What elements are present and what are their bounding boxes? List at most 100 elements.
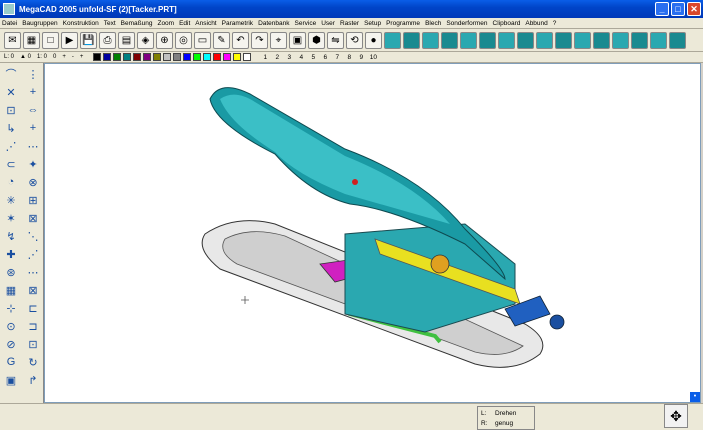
draw-tool-icon[interactable]: ⋯: [24, 138, 42, 154]
color-swatch[interactable]: [93, 53, 102, 61]
draw-tool-icon[interactable]: ⊹: [2, 300, 20, 316]
menu-item[interactable]: Programme: [386, 20, 420, 27]
maximize-button[interactable]: □: [671, 2, 685, 16]
zoom-icon[interactable]: ⊕: [156, 31, 173, 49]
solid-tool-icon[interactable]: [574, 31, 591, 49]
drawing-canvas[interactable]: [44, 63, 701, 403]
layer-number[interactable]: 2: [271, 54, 283, 61]
menu-item[interactable]: Ansicht: [195, 20, 216, 27]
draw-tool-icon[interactable]: ✕: [2, 84, 20, 100]
draw-tool-icon[interactable]: ⊞: [24, 192, 42, 208]
draw-tool-icon[interactable]: ✳: [2, 192, 20, 208]
menu-item[interactable]: Baugruppen: [22, 20, 57, 27]
color-swatch[interactable]: [183, 53, 192, 61]
menu-item[interactable]: Service: [295, 20, 317, 27]
draw-tool-icon[interactable]: ▦: [2, 282, 20, 298]
menu-item[interactable]: Datei: [2, 20, 17, 27]
color-swatch[interactable]: [213, 53, 222, 61]
solid-tool-icon[interactable]: [612, 31, 629, 49]
draw-tool-icon[interactable]: ✶: [2, 210, 20, 226]
menu-item[interactable]: Sonderformen: [446, 20, 487, 27]
draw-tool-icon[interactable]: ✦: [24, 156, 42, 172]
draw-tool-icon[interactable]: ↯: [2, 228, 20, 244]
draw-tool-icon[interactable]: ⊏: [24, 300, 42, 316]
save-icon[interactable]: 💾: [80, 31, 97, 49]
solid-tool-icon[interactable]: [555, 31, 572, 49]
menu-item[interactable]: ?: [553, 20, 557, 27]
property-field[interactable]: 0: [53, 54, 56, 60]
property-field[interactable]: ▲ 0: [20, 54, 31, 60]
property-field[interactable]: +: [62, 54, 66, 60]
menu-item[interactable]: Parametrik: [222, 20, 253, 27]
solid-tool-icon[interactable]: [631, 31, 648, 49]
property-field[interactable]: 1: 0: [37, 54, 47, 60]
solid-tool-icon[interactable]: [479, 31, 496, 49]
mirror-icon[interactable]: ⇋: [327, 31, 344, 49]
solid-tool-icon[interactable]: [441, 31, 458, 49]
menu-item[interactable]: Datenbank: [258, 20, 289, 27]
property-field[interactable]: -: [72, 54, 74, 60]
undo-icon[interactable]: ↶: [232, 31, 249, 49]
color-swatch[interactable]: [143, 53, 152, 61]
solid-icon[interactable]: ⬢: [308, 31, 325, 49]
color-swatch[interactable]: [193, 53, 202, 61]
layer-number[interactable]: 9: [355, 54, 367, 61]
solid-tool-icon[interactable]: [593, 31, 610, 49]
print-icon[interactable]: ⎙: [99, 31, 116, 49]
draw-tool-icon[interactable]: ⊠: [24, 210, 42, 226]
open-folder-icon[interactable]: ▶: [61, 31, 78, 49]
draw-tool-icon[interactable]: ⊡: [24, 336, 42, 352]
draw-tool-icon[interactable]: ⋰: [24, 246, 42, 262]
draw-tool-icon[interactable]: ⊘: [2, 336, 20, 352]
close-button[interactable]: ✕: [687, 2, 701, 16]
draw-tool-icon[interactable]: ⋯: [24, 264, 42, 280]
solid-tool-icon[interactable]: [517, 31, 534, 49]
sphere-icon[interactable]: ●: [365, 31, 382, 49]
color-swatch[interactable]: [223, 53, 232, 61]
rotate-icon[interactable]: ⟲: [346, 31, 363, 49]
layer-number[interactable]: 3: [283, 54, 295, 61]
draw-tool-icon[interactable]: +: [24, 84, 42, 100]
draw-tool-icon[interactable]: ▣: [2, 372, 20, 388]
layer-number[interactable]: 1: [259, 54, 271, 61]
layer-number[interactable]: 10: [367, 54, 379, 61]
erase-icon[interactable]: ✎: [213, 31, 230, 49]
draw-tool-icon[interactable]: ⋰: [2, 138, 20, 154]
redo-icon[interactable]: ↷: [251, 31, 268, 49]
color-swatch[interactable]: [163, 53, 172, 61]
draw-tool-icon[interactable]: ⊐: [24, 318, 42, 334]
draw-tool-icon[interactable]: ⇔: [24, 102, 42, 118]
color-swatch[interactable]: [113, 53, 122, 61]
layer-number[interactable]: 5: [307, 54, 319, 61]
menu-item[interactable]: Zoom: [157, 20, 174, 27]
draw-tool-icon[interactable]: ⋱: [24, 228, 42, 244]
view-icon[interactable]: ◎: [175, 31, 192, 49]
layer-number[interactable]: 4: [295, 54, 307, 61]
solid-tool-icon[interactable]: [422, 31, 439, 49]
color-swatch[interactable]: [173, 53, 182, 61]
color-swatch[interactable]: [123, 53, 132, 61]
draw-tool-icon[interactable]: ↻: [24, 354, 42, 370]
menu-item[interactable]: Edit: [179, 20, 190, 27]
draw-tool-icon[interactable]: ⊂: [2, 156, 20, 172]
draw-tool-icon[interactable]: ↳: [2, 120, 20, 136]
color-swatch[interactable]: [153, 53, 162, 61]
menu-item[interactable]: Text: [104, 20, 116, 27]
draw-tool-icon[interactable]: ⊛: [2, 264, 20, 280]
color-swatch[interactable]: [243, 53, 252, 61]
solid-tool-icon[interactable]: [403, 31, 420, 49]
draw-tool-icon[interactable]: ⊡: [2, 102, 20, 118]
menu-item[interactable]: Blech: [425, 20, 441, 27]
solid-tool-icon[interactable]: [460, 31, 477, 49]
menu-item[interactable]: User: [321, 20, 335, 27]
grid-icon[interactable]: ▦: [23, 31, 40, 49]
color-swatch[interactable]: [233, 53, 242, 61]
solid-tool-icon[interactable]: [669, 31, 686, 49]
solid-tool-icon[interactable]: [650, 31, 667, 49]
solid-tool-icon[interactable]: [384, 31, 401, 49]
draw-tool-icon[interactable]: ⊙: [2, 318, 20, 334]
plot-icon[interactable]: ▤: [118, 31, 135, 49]
draw-tool-icon[interactable]: ◔: [2, 174, 20, 190]
color-swatch[interactable]: [103, 53, 112, 61]
menu-item[interactable]: Clipboard: [493, 20, 521, 27]
